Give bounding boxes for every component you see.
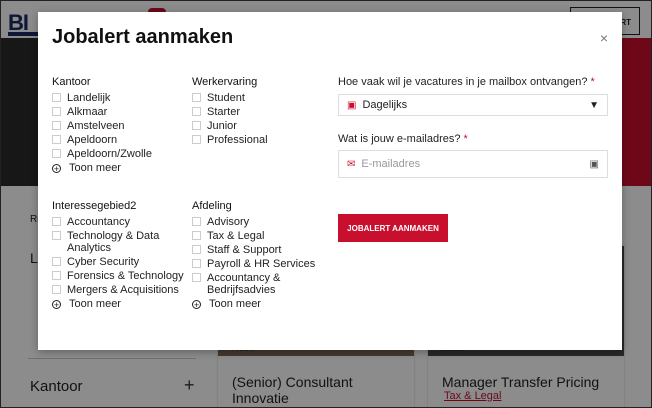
option-label: Mergers & Acquisitions — [67, 284, 179, 296]
checkbox[interactable] — [52, 257, 61, 266]
checkbox[interactable] — [192, 217, 201, 226]
email-field[interactable]: ✉ E-mailadres ▣ — [338, 150, 608, 178]
option-label: Apeldoorn/Zwolle — [67, 148, 152, 160]
email-label-text: Wat is jouw e-mailadres? — [338, 133, 461, 145]
option-label: Amstelveen — [67, 120, 125, 132]
frequency-select[interactable]: ▣ Dagelijks ▼ — [338, 94, 608, 116]
checkbox[interactable] — [192, 245, 201, 254]
checkbox-option[interactable]: Apeldoorn/Zwolle — [52, 148, 192, 160]
checkbox-option[interactable]: Technology & Data Analytics — [52, 230, 192, 254]
option-label: Payroll & HR Services — [207, 258, 316, 270]
checkbox[interactable] — [192, 231, 201, 240]
checkbox[interactable] — [52, 93, 61, 102]
checkbox-option[interactable]: Landelijk — [52, 92, 192, 104]
checkbox-option[interactable]: Professional — [192, 134, 332, 146]
checkbox-option[interactable]: Alkmaar — [52, 106, 192, 118]
checkbox-option[interactable]: Junior — [192, 120, 332, 132]
option-label: Accountancy & Bedrijfsadvies — [207, 272, 281, 296]
checkbox-option[interactable]: Staff & Support — [192, 244, 332, 256]
kantoor-group: Kantoor Landelijk Alkmaar Amstelveen Ape… — [52, 76, 192, 174]
checkbox-option[interactable]: Student — [192, 92, 332, 104]
create-jobalert-button[interactable]: JOBALERT AANMAKEN — [338, 214, 448, 242]
option-label: Starter — [207, 106, 241, 118]
show-more-label: Toon meer — [69, 298, 121, 310]
option-label: Advisory — [207, 216, 250, 228]
required-marker: * — [463, 133, 468, 145]
checkbox-option[interactable]: Cyber Security — [52, 256, 192, 268]
mail-icon: ✉ — [347, 158, 356, 170]
required-marker: * — [590, 76, 595, 88]
show-more-label: Toon meer — [209, 298, 261, 310]
checkbox[interactable] — [52, 121, 61, 130]
show-more-button[interactable]: + Toon meer — [52, 298, 192, 310]
option-label: Junior — [207, 120, 237, 132]
checkbox[interactable] — [192, 135, 201, 144]
checkbox[interactable] — [52, 149, 61, 158]
email-label: Wat is jouw e-mailadres? * — [338, 133, 468, 145]
show-more-button[interactable]: + Toon meer — [192, 298, 332, 310]
show-more-label: Toon meer — [69, 162, 121, 174]
plus-circle-icon: + — [52, 163, 61, 174]
chevron-down-icon: ▼ — [589, 99, 599, 111]
frequency-value: Dagelijks — [362, 99, 408, 111]
group-title: Afdeling — [192, 200, 232, 212]
checkbox[interactable] — [52, 231, 61, 240]
option-label: Cyber Security — [67, 256, 140, 268]
option-label: Professional — [207, 134, 268, 146]
frequency-label: Hoe vaak wil je vacatures in je mailbox … — [338, 76, 595, 88]
checkbox[interactable] — [192, 273, 201, 282]
option-label: Student — [207, 92, 245, 104]
option-label: Accountancy — [67, 216, 130, 228]
checkbox[interactable] — [52, 217, 61, 226]
group-title: Kantoor — [52, 76, 91, 88]
checkbox[interactable] — [192, 259, 201, 268]
show-more-button[interactable]: + Toon meer — [52, 162, 192, 174]
checkbox-option[interactable]: Payroll & HR Services — [192, 258, 332, 270]
checkbox-option[interactable]: Starter — [192, 106, 332, 118]
checkbox-option[interactable]: Forensics & Technology — [52, 270, 192, 282]
email-placeholder: E-mailadres — [361, 158, 421, 170]
afdeling-group: Afdeling Advisory Tax & Legal Staff & Su… — [192, 200, 332, 310]
jobalert-modal: Jobalert aanmaken × Kantoor Landelijk Al… — [38, 12, 622, 350]
werkervaring-group: Werkervaring Student Starter Junior Prof… — [192, 76, 332, 148]
option-label: Apeldoorn — [67, 134, 118, 146]
modal-title: Jobalert aanmaken — [52, 26, 234, 48]
group-title: Interessegebied2 — [52, 200, 137, 212]
option-label: Forensics & Technology — [67, 270, 184, 282]
option-label: Landelijk — [67, 92, 111, 104]
close-icon[interactable]: × — [600, 30, 608, 46]
checkbox[interactable] — [52, 285, 61, 294]
option-label: Staff & Support — [207, 244, 282, 256]
calendar-icon: ▣ — [347, 99, 357, 111]
checkbox-option[interactable]: Amstelveen — [52, 120, 192, 132]
checkbox[interactable] — [52, 107, 61, 116]
checkbox[interactable] — [192, 107, 201, 116]
checkbox[interactable] — [192, 121, 201, 130]
checkbox[interactable] — [52, 135, 61, 144]
checkbox-option[interactable]: Accountancy & Bedrijfsadvies — [192, 272, 332, 296]
checkbox-option[interactable]: Accountancy — [52, 216, 192, 228]
option-label: Technology & Data Analytics — [67, 230, 160, 254]
checkbox[interactable] — [192, 93, 201, 102]
checkbox-option[interactable]: Apeldoorn — [52, 134, 192, 146]
interessegebied-group: Interessegebied2 Accountancy Technology … — [52, 200, 192, 310]
option-label: Alkmaar — [67, 106, 108, 118]
plus-circle-icon: + — [192, 299, 201, 310]
autofill-icon[interactable]: ▣ — [590, 159, 599, 170]
frequency-label-text: Hoe vaak wil je vacatures in je mailbox … — [338, 76, 588, 88]
checkbox-option[interactable]: Mergers & Acquisitions — [52, 284, 192, 296]
checkbox-option[interactable]: Tax & Legal — [192, 230, 332, 242]
checkbox[interactable] — [52, 271, 61, 280]
checkbox-option[interactable]: Advisory — [192, 216, 332, 228]
plus-circle-icon: + — [52, 299, 61, 310]
group-title: Werkervaring — [192, 76, 258, 88]
option-label: Tax & Legal — [207, 230, 265, 242]
